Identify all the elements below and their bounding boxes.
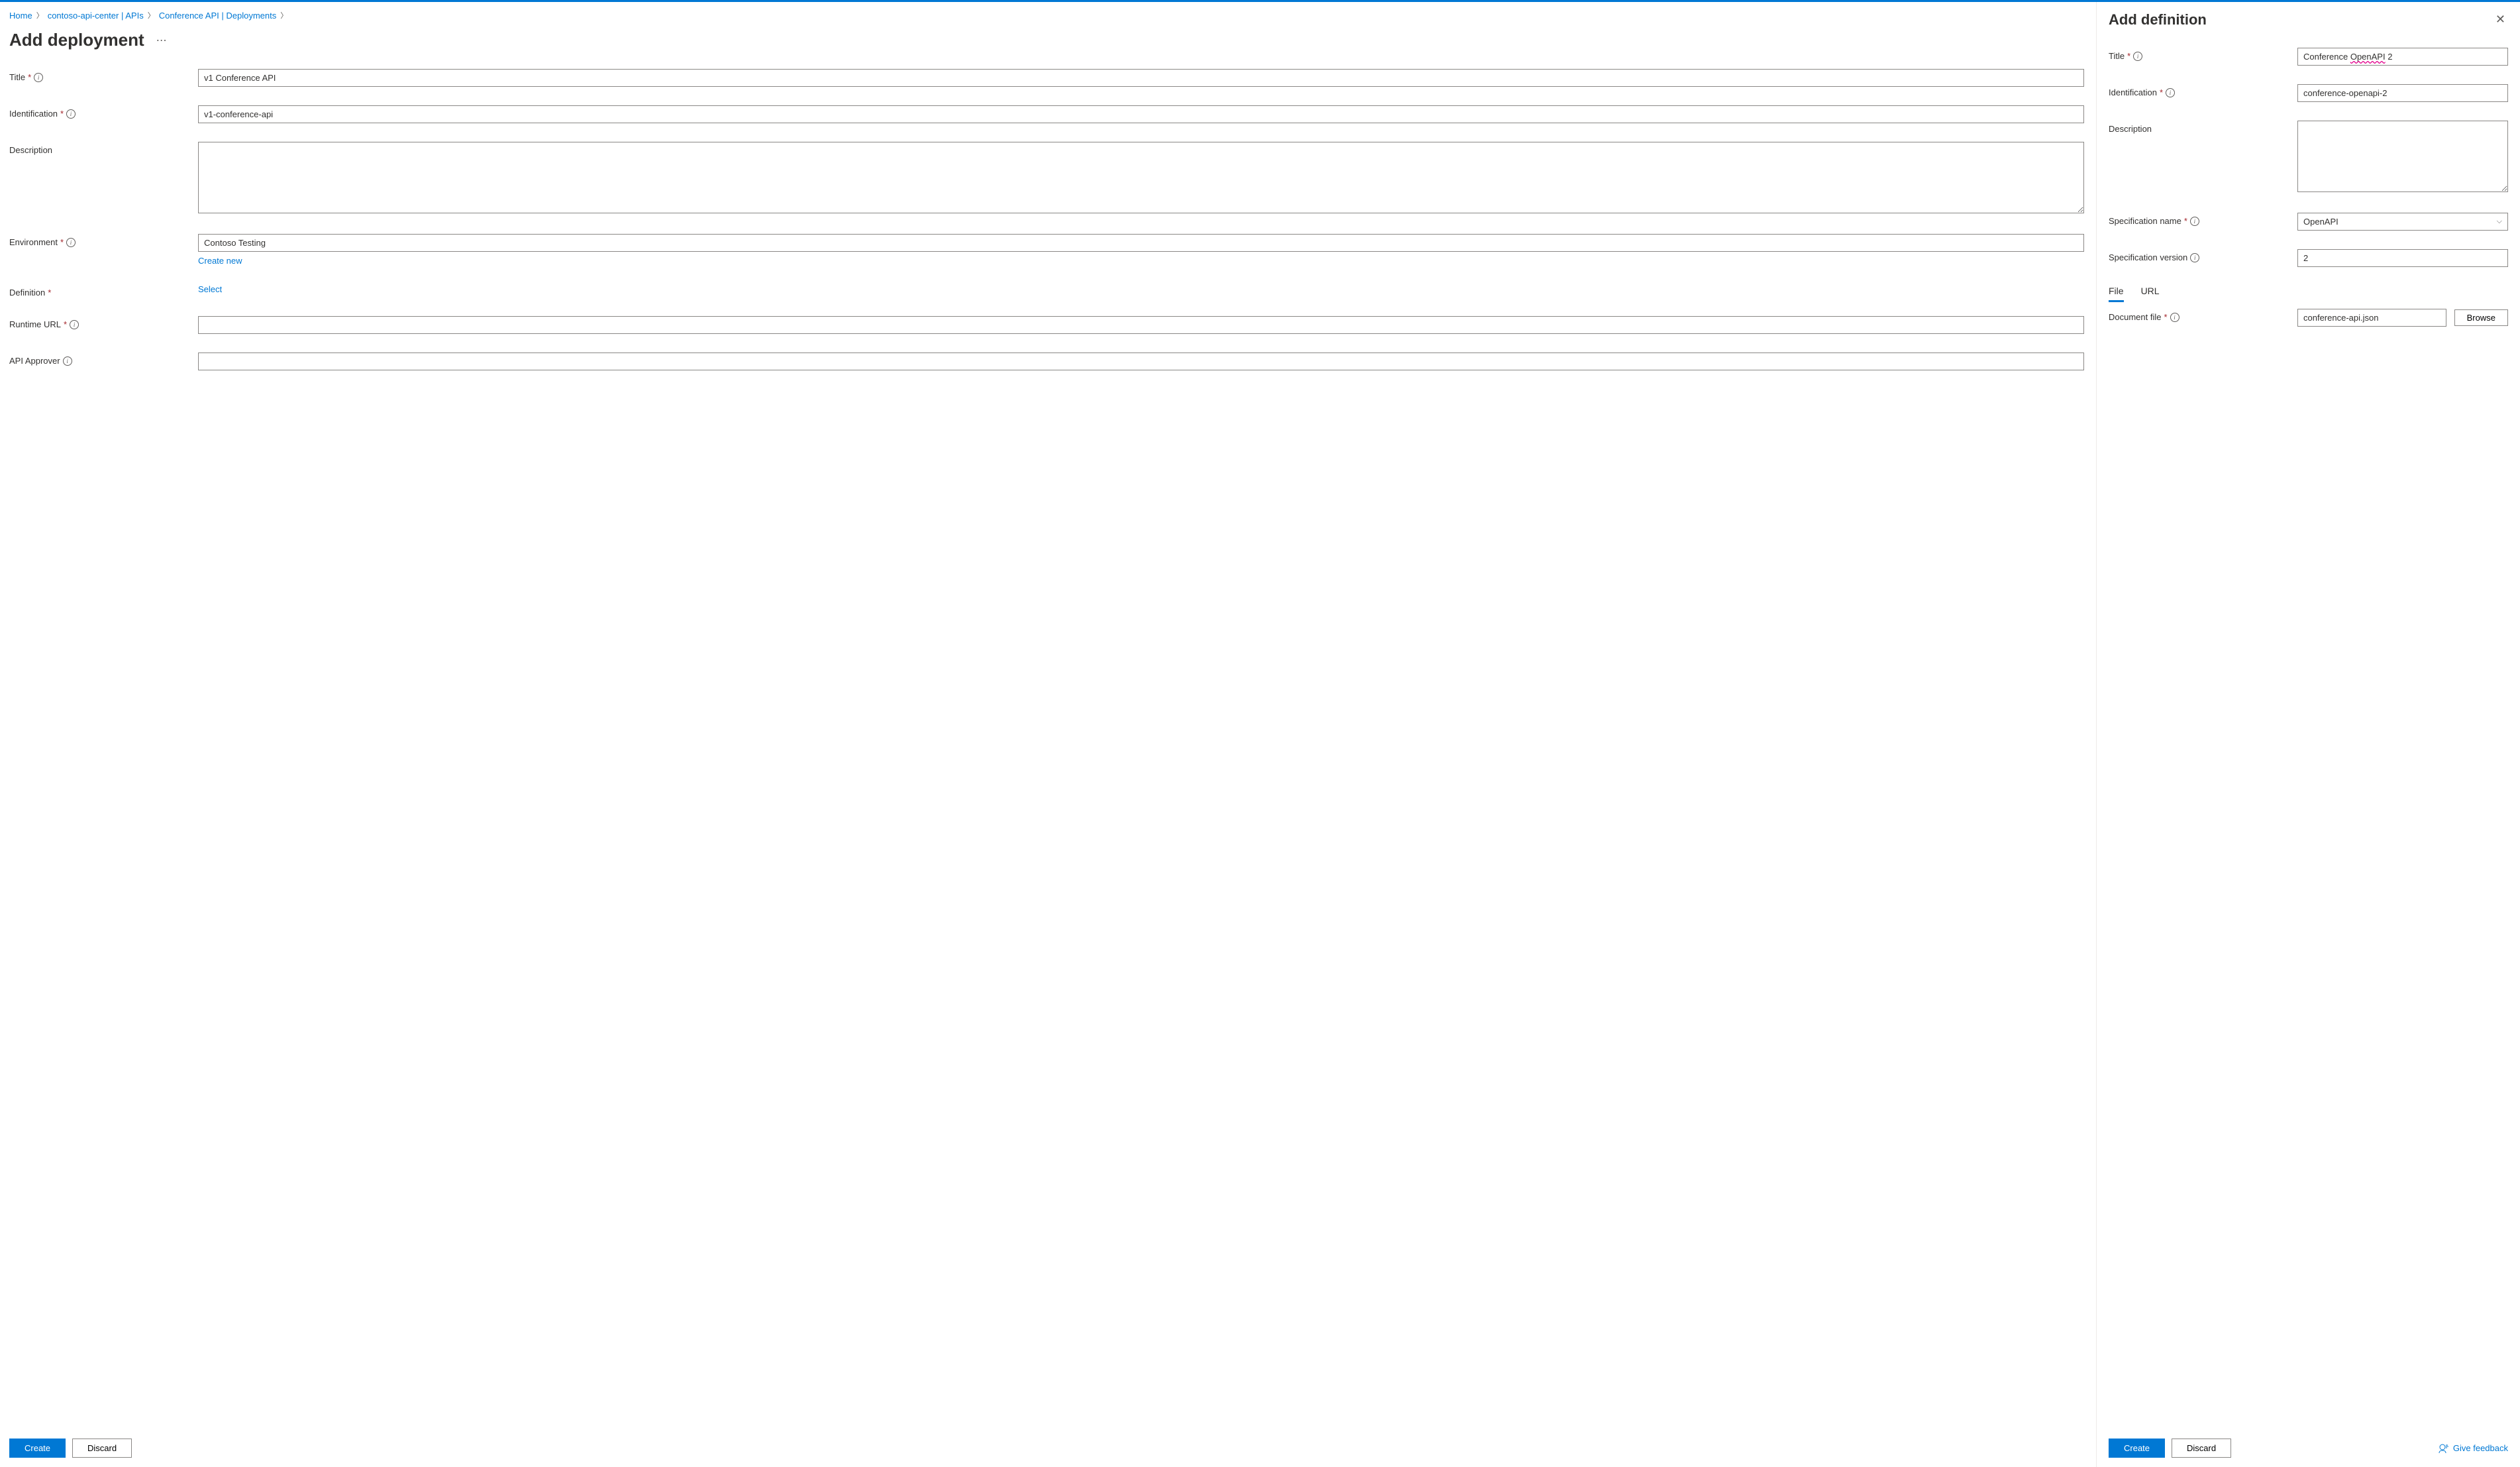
chevron-right-icon: 〉 [148, 10, 155, 21]
title-input[interactable] [198, 69, 2084, 87]
page-title: Add deployment [9, 30, 144, 50]
breadcrumb-api-center[interactable]: contoso-api-center | APIs [48, 11, 144, 21]
spec-name-label: Specification name [2109, 216, 2181, 226]
required-asterisk: * [2127, 51, 2130, 61]
required-asterisk: * [64, 319, 67, 329]
definition-label: Definition [9, 288, 45, 298]
environment-input[interactable] [198, 234, 2084, 252]
required-asterisk: * [60, 237, 64, 247]
panel-create-button[interactable]: Create [2109, 1439, 2165, 1458]
chevron-right-icon: 〉 [36, 10, 44, 21]
panel-discard-button[interactable]: Discard [2172, 1439, 2231, 1458]
chevron-down-icon: ⌵ [2497, 217, 2502, 226]
create-new-environment-link[interactable]: Create new [198, 256, 242, 266]
tab-url[interactable]: URL [2141, 286, 2160, 302]
def-title-label: Title [2109, 51, 2125, 61]
required-asterisk: * [2184, 216, 2187, 226]
def-description-textarea[interactable] [2297, 121, 2508, 192]
description-textarea[interactable] [198, 142, 2084, 213]
info-icon[interactable]: i [2133, 52, 2142, 61]
def-title-input[interactable]: Conference OpenAPI 2 [2297, 48, 2508, 66]
def-identification-label: Identification [2109, 87, 2157, 97]
required-asterisk: * [2164, 312, 2167, 322]
tab-file[interactable]: File [2109, 286, 2124, 302]
info-icon[interactable]: i [34, 73, 43, 82]
browse-button[interactable]: Browse [2454, 309, 2508, 326]
feedback-icon [2439, 1443, 2449, 1454]
def-description-label: Description [2109, 124, 2152, 134]
def-identification-input[interactable] [2297, 84, 2508, 102]
breadcrumb: Home 〉 contoso-api-center | APIs 〉 Confe… [9, 10, 2084, 21]
spec-name-select[interactable]: OpenAPI ⌵ [2297, 213, 2508, 231]
info-icon[interactable]: i [63, 356, 72, 366]
api-approver-input[interactable] [198, 353, 2084, 370]
info-icon[interactable]: i [66, 109, 76, 119]
doc-file-input[interactable] [2297, 309, 2446, 327]
spec-version-input[interactable] [2297, 249, 2508, 267]
required-asterisk: * [48, 288, 51, 298]
give-feedback-label: Give feedback [2453, 1443, 2508, 1453]
info-icon[interactable]: i [2166, 88, 2175, 97]
runtime-url-input[interactable] [198, 316, 2084, 334]
info-icon[interactable]: i [70, 320, 79, 329]
spec-version-label: Specification version [2109, 252, 2187, 262]
required-asterisk: * [28, 72, 31, 82]
info-icon[interactable]: i [2190, 217, 2199, 226]
identification-label: Identification [9, 109, 58, 119]
description-label: Description [9, 145, 52, 155]
spec-name-value: OpenAPI [2303, 217, 2338, 227]
identification-input[interactable] [198, 105, 2084, 123]
info-icon[interactable]: i [2170, 313, 2179, 322]
title-label: Title [9, 72, 25, 82]
breadcrumb-deployments[interactable]: Conference API | Deployments [159, 11, 277, 21]
info-icon[interactable]: i [66, 238, 76, 247]
discard-button[interactable]: Discard [72, 1439, 132, 1458]
definition-select-link[interactable]: Select [198, 284, 222, 294]
close-icon[interactable]: ✕ [2493, 10, 2508, 29]
environment-label: Environment [9, 237, 58, 247]
doc-file-label: Document file [2109, 312, 2161, 322]
info-icon[interactable]: i [2190, 253, 2199, 262]
give-feedback-link[interactable]: Give feedback [2439, 1443, 2508, 1454]
api-approver-label: API Approver [9, 356, 60, 366]
panel-title: Add definition [2109, 11, 2207, 28]
chevron-right-icon: 〉 [280, 10, 288, 21]
more-actions-icon[interactable]: ⋯ [156, 34, 167, 47]
required-asterisk: * [60, 109, 64, 119]
runtime-url-label: Runtime URL [9, 319, 61, 329]
create-button[interactable]: Create [9, 1439, 66, 1458]
breadcrumb-home[interactable]: Home [9, 11, 32, 21]
required-asterisk: * [2160, 87, 2163, 97]
